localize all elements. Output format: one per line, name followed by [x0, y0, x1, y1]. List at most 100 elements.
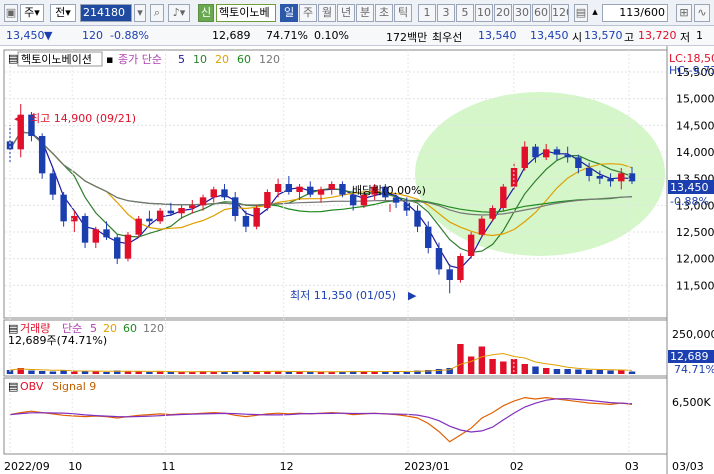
- volume-bar: [564, 369, 571, 374]
- volume-bar: [178, 372, 185, 374]
- volume-value: 12,689: [212, 29, 251, 42]
- price-ytick: 11,500: [676, 279, 714, 292]
- ma-legend-item: 5: [178, 53, 185, 66]
- candle-body: [199, 197, 207, 206]
- stock-code-input[interactable]: 214180: [80, 4, 132, 22]
- candle-body: [425, 226, 432, 248]
- candle-body: [92, 229, 100, 243]
- speaker-icon[interactable]: ♪▾: [168, 4, 190, 22]
- interval-button[interactable]: 3: [437, 4, 455, 22]
- page-counter: 113/600: [602, 4, 668, 22]
- candle-body: [500, 186, 507, 208]
- ma-legend-item: 20: [215, 53, 229, 66]
- candle-body: [521, 146, 528, 168]
- trend-icon[interactable]: ∿: [694, 4, 710, 22]
- candle-body: [446, 269, 453, 280]
- interval-button[interactable]: 1: [418, 4, 436, 22]
- volume-bar: [618, 370, 625, 374]
- obv-icon: ▤: [8, 380, 18, 393]
- interval-settings-icon[interactable]: ▤: [574, 4, 588, 22]
- candle-body: [178, 208, 185, 214]
- candle-body: [564, 154, 571, 158]
- low-price: 1: [696, 29, 703, 42]
- volume-bar: [28, 370, 35, 374]
- period-button[interactable]: 일: [280, 4, 298, 22]
- volume-bar: [285, 372, 293, 374]
- chart-svg[interactable]: 15,50015,00014,50014,00013,50013,00012,5…: [0, 46, 714, 474]
- volume-bar: [478, 346, 486, 374]
- candle-body: [81, 216, 89, 243]
- turnover-pct: 0.10%: [314, 29, 349, 42]
- candle-body: [596, 176, 604, 179]
- volume-current-tag: 12,689: [670, 350, 709, 363]
- interval-button[interactable]: 10: [475, 4, 493, 22]
- grid-icon[interactable]: ⊞: [676, 4, 692, 22]
- volume-bar: [489, 359, 496, 374]
- candle-body: [542, 149, 550, 158]
- interval-button[interactable]: 120: [551, 4, 569, 22]
- ask-price: 13,450: [530, 29, 569, 42]
- period-button[interactable]: 초: [375, 4, 393, 22]
- top-toolbar: ▣ 주▾ 전▾ 214180 ▾ ⌕ ♪▾ 신 헥토이노베 일주월년분초틱 13…: [0, 0, 714, 26]
- price-ytick: 12,000: [676, 253, 714, 266]
- volume-bar: [221, 372, 228, 374]
- candle-body: [124, 234, 132, 259]
- volume-ma-legend-item: 60: [123, 322, 137, 335]
- ma-legend-item: 10: [193, 53, 207, 66]
- volume-ytick: 250,000: [672, 328, 714, 341]
- volume-bar: [467, 356, 475, 374]
- volume-bar: [274, 371, 282, 374]
- obv-ytick: 6,500K: [672, 396, 711, 409]
- period-button[interactable]: 분: [356, 4, 374, 22]
- x-tick-label: 03: [625, 460, 639, 473]
- window-icon[interactable]: ▣: [4, 4, 18, 22]
- candle-body: [135, 218, 142, 235]
- candle-body: [146, 218, 153, 222]
- candle-body: [49, 173, 57, 195]
- x-tick-label: 10: [68, 460, 82, 473]
- price-ytick: 14,500: [676, 119, 714, 132]
- market-select[interactable]: 주▾: [20, 4, 44, 22]
- period-button[interactable]: 주: [299, 4, 317, 22]
- open-label: 시: [572, 31, 583, 44]
- candle-body: [156, 210, 164, 222]
- interval-button[interactable]: 5: [456, 4, 474, 22]
- period-button[interactable]: 월: [318, 4, 336, 22]
- volume-ma-legend-item: 120: [143, 322, 164, 335]
- x-tick-label: 12: [280, 460, 294, 473]
- ma-title: 종가 단순: [118, 53, 162, 66]
- page-arrows-icon[interactable]: ▴: [590, 4, 600, 22]
- volume-bar: [596, 370, 604, 374]
- period-button[interactable]: 틱: [394, 4, 412, 22]
- candle-body: [307, 186, 314, 195]
- candle-body: [553, 149, 561, 155]
- x-tick-label: 11: [162, 460, 176, 473]
- interval-button[interactable]: 30: [513, 4, 531, 22]
- candle-body: [242, 216, 250, 227]
- stock-name-box[interactable]: 헥토이노베: [216, 4, 276, 22]
- volume-bar: [628, 371, 636, 374]
- volume-bar: [382, 372, 389, 374]
- period-select[interactable]: 전▾: [50, 4, 76, 22]
- high-arrow-icon: ◀: [14, 112, 23, 125]
- candle-body: [457, 256, 464, 280]
- volume-bar: [521, 364, 528, 374]
- period-button[interactable]: 년: [337, 4, 355, 22]
- current-change-tag: -0.88%: [670, 195, 709, 208]
- candle-body: [414, 210, 421, 227]
- volume-bar: [328, 372, 335, 374]
- x-tick-label: 2023/01: [404, 460, 450, 473]
- high-label: 고: [624, 31, 635, 44]
- volume-bar: [553, 369, 561, 374]
- volume-bar: [92, 371, 100, 374]
- bid-price: 13,540: [478, 29, 517, 42]
- interval-button[interactable]: 20: [494, 4, 512, 22]
- quote-bar: 13,450 ▼ 120 -0.88% 12,689 74.71% 0.10% …: [0, 26, 714, 46]
- interval-button[interactable]: 60: [532, 4, 550, 22]
- chart-area[interactable]: 15,500 15,000 14,500 14,000 13,500 13,000 12,5…: [0, 46, 714, 474]
- current-price-tag: 13,450: [670, 181, 709, 194]
- search-icon[interactable]: ⌕: [150, 4, 164, 22]
- candle-body: [585, 168, 593, 176]
- code-dropdown-icon[interactable]: ▾: [134, 4, 146, 22]
- candle-body: [285, 184, 293, 192]
